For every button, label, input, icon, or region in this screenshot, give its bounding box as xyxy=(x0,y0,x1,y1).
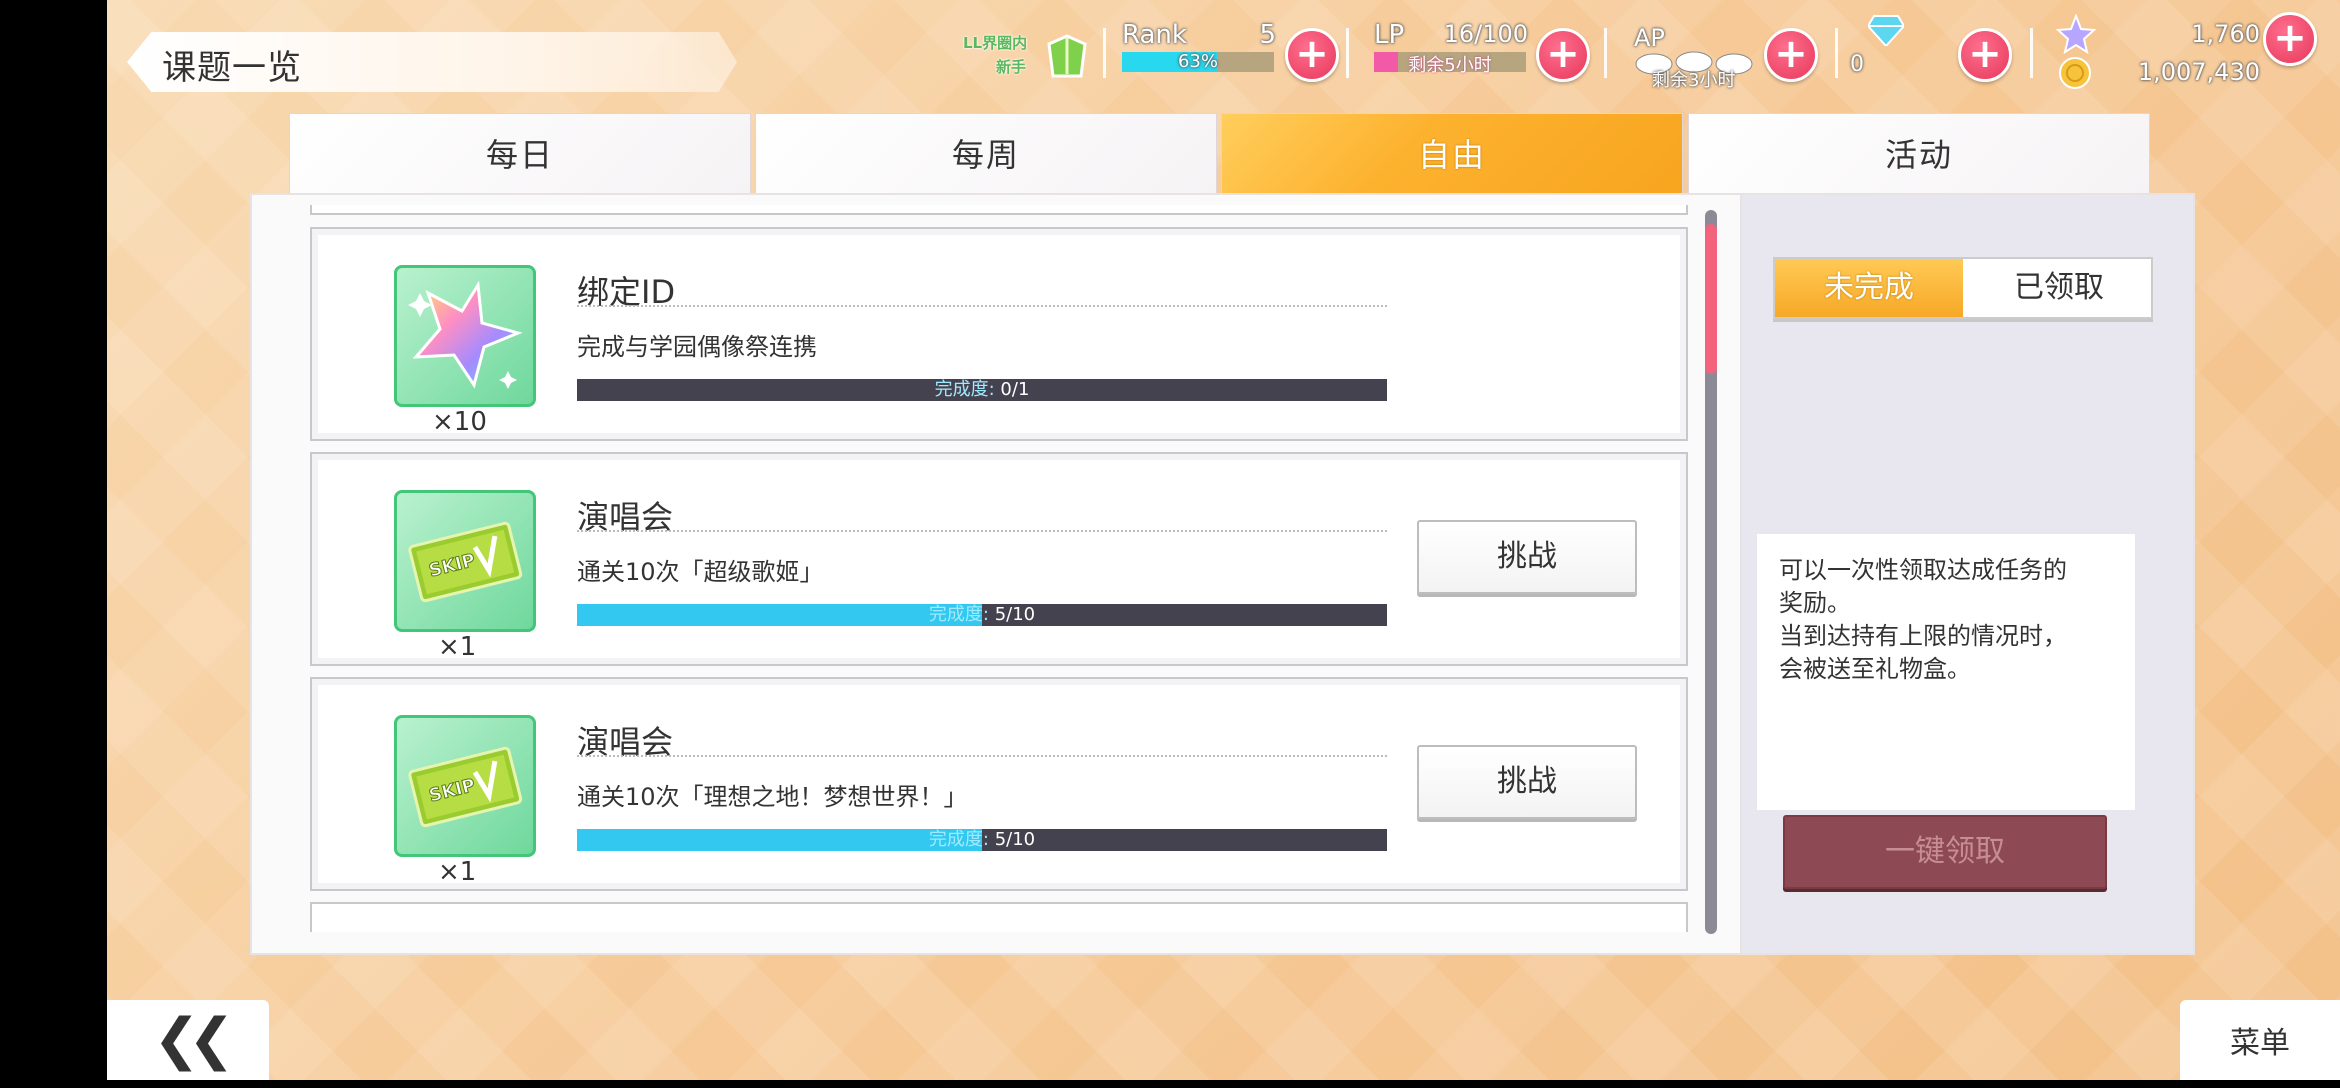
scrollbar-thumb[interactable] xyxy=(1705,224,1717,374)
lp-timer: 剩余5小时 xyxy=(1408,55,1492,76)
quest-description: 通关10次「理想之地！梦想世界！」 xyxy=(577,783,968,811)
back-button[interactable]: ❮❮ xyxy=(107,1000,269,1080)
note-line: 可以一次性领取达成任务的 xyxy=(1779,556,2067,584)
lp-plus-button[interactable]: + xyxy=(1536,28,1590,82)
rank-plus-button[interactable]: + xyxy=(1285,28,1339,82)
hud-divider xyxy=(1835,28,1838,78)
progress-value: 5/10 xyxy=(994,829,1036,850)
list-item-partial xyxy=(310,902,1688,932)
gem-count: 0 xyxy=(1850,52,1864,77)
rank-exp-percent: 63% xyxy=(1177,51,1218,72)
tab-free[interactable]: 自由 xyxy=(1221,113,1683,195)
progress-label: 完成度: xyxy=(928,829,989,850)
ap-plus-button[interactable]: + xyxy=(1764,28,1818,82)
progress-label: 完成度: xyxy=(928,604,989,625)
reward-icon-box: SKIP xyxy=(394,715,536,857)
quest-description: 完成与学园偶像祭连携 xyxy=(577,333,817,361)
hud-divider xyxy=(1346,28,1349,78)
star-currency-value: 1,760 xyxy=(2191,20,2260,48)
note-line: 当到达持有上限的情况时， xyxy=(1779,622,2067,650)
page-title: 课题一览 xyxy=(162,48,302,88)
star-crystal-icon xyxy=(408,280,523,389)
lp-value: 16/100 xyxy=(1443,20,1528,48)
tab-weekly[interactable]: 每周 xyxy=(755,113,1217,195)
divider xyxy=(577,305,1387,307)
filter-claimed[interactable]: 已领取 xyxy=(1965,259,2153,317)
note-line: 会被送至礼物盒。 xyxy=(1779,655,1971,683)
tab-daily[interactable]: 每日 xyxy=(289,113,751,195)
ap-timer: 剩余3小时 xyxy=(1652,70,1736,91)
challenge-button[interactable]: 挑战 xyxy=(1417,745,1637,819)
reward-quantity: ×10 xyxy=(432,407,487,437)
hud-divider xyxy=(1103,28,1106,78)
skip-ticket-icon: SKIP xyxy=(408,746,523,828)
coin-currency-value: 1,007,430 xyxy=(2137,58,2260,86)
lp-bar: 剩余5小时 xyxy=(1374,52,1526,76)
rank-label: Rank xyxy=(1122,20,1187,50)
claim-all-button[interactable]: 一键领取 xyxy=(1783,815,2107,889)
badge-text-2: 新手 xyxy=(996,58,1027,76)
note-line: 奖励。 xyxy=(1779,589,1851,617)
divider xyxy=(577,755,1387,757)
lp-label: LP xyxy=(1374,20,1405,50)
reward-icon-box: SKIP xyxy=(394,490,536,632)
gem-plus-button[interactable]: + xyxy=(1958,28,2012,82)
diamond-icon xyxy=(1868,15,1904,46)
challenge-button[interactable]: 挑战 xyxy=(1417,520,1637,594)
quest-progress-text: 完成度: 0/1 xyxy=(577,379,1387,401)
quest-progress-bar: 完成度: 0/1 xyxy=(577,379,1387,401)
skip-ticket-icon: SKIP xyxy=(408,521,523,603)
hud-divider xyxy=(1604,28,1607,78)
quest-item: SKIP ×1 演唱会 通关10次「理想之地！梦想世界！」 完成度: 5/10 … xyxy=(310,677,1688,891)
quest-progress-bar: 完成度: 5/10 xyxy=(577,829,1387,851)
rank-exp-bar: 63% xyxy=(1122,51,1274,72)
hud-divider xyxy=(2030,28,2033,78)
badge-text-1: LL界圈内 xyxy=(963,34,1028,52)
star-currency-icon xyxy=(2056,14,2096,54)
info-note: 可以一次性领取达成任务的 奖励。 当到达持有上限的情况时， 会被送至礼物盒。 xyxy=(1757,534,2135,810)
star-plus-button[interactable]: + xyxy=(2263,12,2317,66)
quest-description: 通关10次「超级歌姬」 xyxy=(577,558,824,586)
list-top-edge xyxy=(310,205,1688,215)
quest-progress-bar: 完成度: 5/10 xyxy=(577,604,1387,626)
novice-badge[interactable]: LL界圈内 新手 xyxy=(963,30,1089,84)
progress-value: 0/1 xyxy=(1000,379,1030,400)
quest-item: ×10 绑定ID 完成与学园偶像祭连携 完成度: 0/1 xyxy=(310,227,1688,441)
reward-quantity: ×1 xyxy=(438,857,477,887)
tab-event[interactable]: 活动 xyxy=(1688,113,2150,195)
quest-progress-text: 完成度: 5/10 xyxy=(577,604,1387,626)
menu-button[interactable]: 菜单 xyxy=(2180,1000,2340,1080)
reward-icon-box xyxy=(394,265,536,407)
quest-item: SKIP ×1 演唱会 通关10次「超级歌姬」 完成度: 5/10 挑战 xyxy=(310,452,1688,666)
coin-icon xyxy=(2059,57,2091,89)
quest-progress-text: 完成度: 5/10 xyxy=(577,829,1387,851)
reward-quantity: ×1 xyxy=(438,632,477,662)
ap-display: AP 剩余3小时 xyxy=(1632,18,1772,91)
filter-incomplete[interactable]: 未完成 xyxy=(1775,259,1963,317)
rank-value: 5 xyxy=(1259,20,1276,50)
divider xyxy=(577,530,1387,532)
progress-label: 完成度: xyxy=(934,379,995,400)
status-filter-toggle: 未完成 已领取 xyxy=(1773,257,2153,319)
leaf-badge-icon xyxy=(1047,34,1087,78)
quest-list-scrollbar[interactable] xyxy=(1705,210,1717,934)
rank-display: Rank 5 63% xyxy=(1120,18,1280,90)
lp-display: LP 16/100 剩余5小时 xyxy=(1372,18,1532,90)
progress-value: 5/10 xyxy=(994,604,1036,625)
